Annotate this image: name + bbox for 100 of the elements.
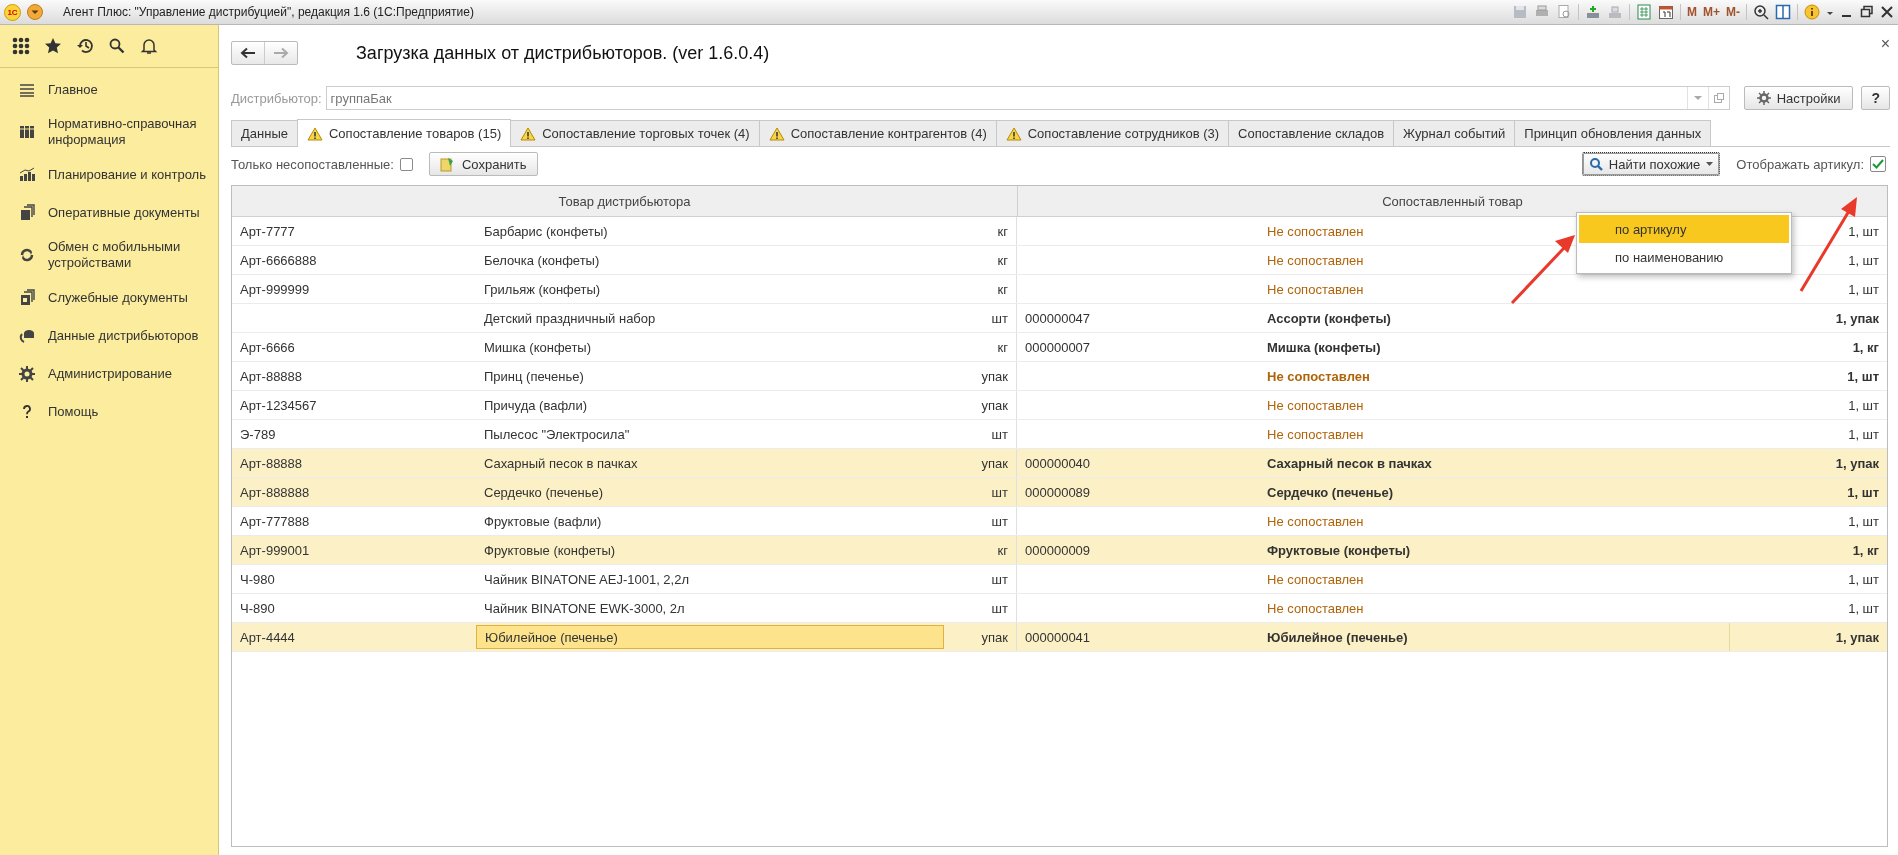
- tab[interactable]: Сопоставление товаров (15): [296, 119, 512, 147]
- table-cell: Барбарис (конфеты): [484, 223, 608, 239]
- table-cell: Чайник BINATONE AEJ-1001, 2,2л: [484, 571, 690, 587]
- table-cell: 000000089: [1025, 484, 1091, 500]
- sidebar-item[interactable]: Обмен с мобильными устройствами: [0, 233, 218, 277]
- table-cell: 1, шт: [1847, 484, 1879, 500]
- apps-grid-icon[interactable]: [12, 37, 30, 55]
- table-cell: Чайник BINATONE EWK-3000, 2л: [484, 600, 685, 616]
- tab[interactable]: Сопоставление сотрудников (3): [995, 120, 1230, 146]
- sidebar-item[interactable]: Оперативные документы: [0, 195, 218, 230]
- sidebar-item[interactable]: Служебные документы: [0, 280, 218, 315]
- table-cell: Арт-88888: [240, 455, 303, 471]
- table-cell: Грильяж (конфеты): [484, 281, 601, 297]
- table-cell: кг: [997, 281, 1008, 297]
- form-title: Загрузка данных от дистрибьюторов. (ver 1.6.0.4): [356, 42, 770, 64]
- panel-icon[interactable]: [1775, 4, 1791, 20]
- tray-icon[interactable]: [1585, 4, 1601, 20]
- table-cell: кг: [997, 252, 1008, 268]
- settings-button[interactable]: Настройки: [1743, 86, 1854, 110]
- back-arrow-icon: [240, 47, 256, 59]
- table-cell: Не сопоставлен: [1267, 397, 1364, 413]
- star-icon[interactable]: [44, 37, 62, 55]
- sidebar-item[interactable]: Планирование и контроль: [0, 157, 218, 192]
- memory-button[interactable]: M-: [1726, 5, 1740, 19]
- menu-dropdown-icon[interactable]: [27, 4, 43, 20]
- table-cell: Ч-890: [240, 600, 275, 616]
- warning-icon: [768, 126, 785, 141]
- gear-icon: [1756, 91, 1771, 105]
- help-button[interactable]: ?: [1861, 86, 1890, 110]
- table-cell: Арт-6666888: [240, 252, 317, 268]
- table-cell: Арт-7777: [240, 223, 295, 239]
- memory-button[interactable]: M+: [1703, 5, 1720, 19]
- tab[interactable]: Сопоставление торговых точек (4): [510, 120, 760, 146]
- memory-button[interactable]: M: [1687, 5, 1697, 19]
- find-similar-button[interactable]: Найти похожие: [1581, 152, 1721, 176]
- zoom-icon[interactable]: [1753, 4, 1769, 20]
- table-cell: Не сопоставлен: [1267, 223, 1364, 239]
- sidebar-item[interactable]: Помощь: [0, 394, 218, 429]
- caret-icon: [1706, 161, 1714, 167]
- menu-item[interactable]: по артикулу: [1579, 215, 1789, 243]
- sidebar-item[interactable]: Главное: [0, 72, 218, 107]
- table-cell: 1, кг: [1852, 339, 1879, 355]
- table-cell: 1, шт: [1848, 571, 1879, 587]
- documents-icon: [18, 288, 36, 307]
- table-cell: Не сопоставлен: [1267, 252, 1364, 268]
- bell-icon[interactable]: [140, 37, 158, 55]
- table-cell: Не сопоставлен: [1267, 513, 1364, 529]
- checkbox[interactable]: [1870, 156, 1886, 172]
- table-cell: 1, шт: [1848, 513, 1879, 529]
- table-cell: шт: [991, 310, 1008, 326]
- preview-icon[interactable]: [1556, 4, 1572, 20]
- sidebar-item[interactable]: Нормативно-справочная информация: [0, 110, 218, 154]
- close-icon[interactable]: [1880, 4, 1894, 20]
- sidebar-item[interactable]: Администрирование: [0, 356, 218, 391]
- save-button[interactable]: Сохранить: [428, 152, 538, 176]
- tab[interactable]: Сопоставление контрагентов (4): [758, 120, 997, 146]
- table-cell: Белочка (конфеты): [484, 252, 600, 268]
- table-cell: упак: [981, 629, 1008, 645]
- restore-icon[interactable]: [1860, 4, 1874, 20]
- history-icon[interactable]: [76, 37, 94, 55]
- table-cell: кг: [997, 339, 1008, 355]
- table-cell: 1, шт: [1848, 281, 1879, 297]
- close-button[interactable]: ×: [1880, 35, 1890, 53]
- table-cell: Арт-4444: [240, 629, 295, 645]
- tab[interactable]: Сопоставление складов: [1228, 120, 1395, 146]
- annotation-arrow: [1510, 235, 1575, 305]
- info-icon[interactable]: [1804, 4, 1820, 20]
- table-cell: упак: [981, 455, 1008, 471]
- tab[interactable]: Данные: [231, 120, 298, 146]
- search-icon[interactable]: [108, 37, 126, 55]
- table-cell: Юбилейное (печенье): [485, 629, 618, 645]
- warning-icon: [520, 126, 537, 141]
- checkbox[interactable]: [399, 157, 413, 171]
- sync-icon: [18, 246, 36, 264]
- table-cell: 1, упак: [1835, 310, 1879, 326]
- sidebar-item[interactable]: Данные дистрибьюторов: [0, 318, 218, 353]
- table-cell: 000000040: [1025, 455, 1091, 471]
- search-icon: [1588, 157, 1603, 171]
- table-cell: Арт-88888: [240, 368, 303, 384]
- table-cell: Детский праздничный набор: [484, 310, 656, 326]
- table-cell: Сердечко (печенье): [484, 484, 604, 500]
- table-cell: упак: [981, 368, 1008, 384]
- table-cell: шт: [991, 571, 1008, 587]
- table-cell: Арт-888888: [240, 484, 310, 500]
- table-cell: кг: [997, 223, 1008, 239]
- table-cell: упак: [981, 397, 1008, 413]
- warning-icon: [306, 126, 323, 141]
- table-cell: 000000041: [1025, 629, 1091, 645]
- table-cell: Юбилейное (печенье): [1267, 629, 1408, 645]
- gear-icon: [18, 364, 36, 383]
- table-cell: Сердечко (печенье): [1267, 484, 1394, 500]
- table-cell: 1, упак: [1835, 455, 1879, 471]
- tab[interactable]: Принцип обновления данных: [1514, 120, 1712, 146]
- calendar-icon[interactable]: [1658, 4, 1674, 20]
- table-cell: Сахарный песок в пачках: [1267, 455, 1432, 471]
- column-header[interactable]: Товар дистрибьютора: [232, 186, 1017, 216]
- tab[interactable]: Журнал событий: [1393, 120, 1516, 146]
- menu-item[interactable]: по наименованию: [1579, 243, 1789, 271]
- table-cell: Не сопоставлен: [1267, 281, 1364, 297]
- table-cell: Э-789: [240, 426, 276, 442]
